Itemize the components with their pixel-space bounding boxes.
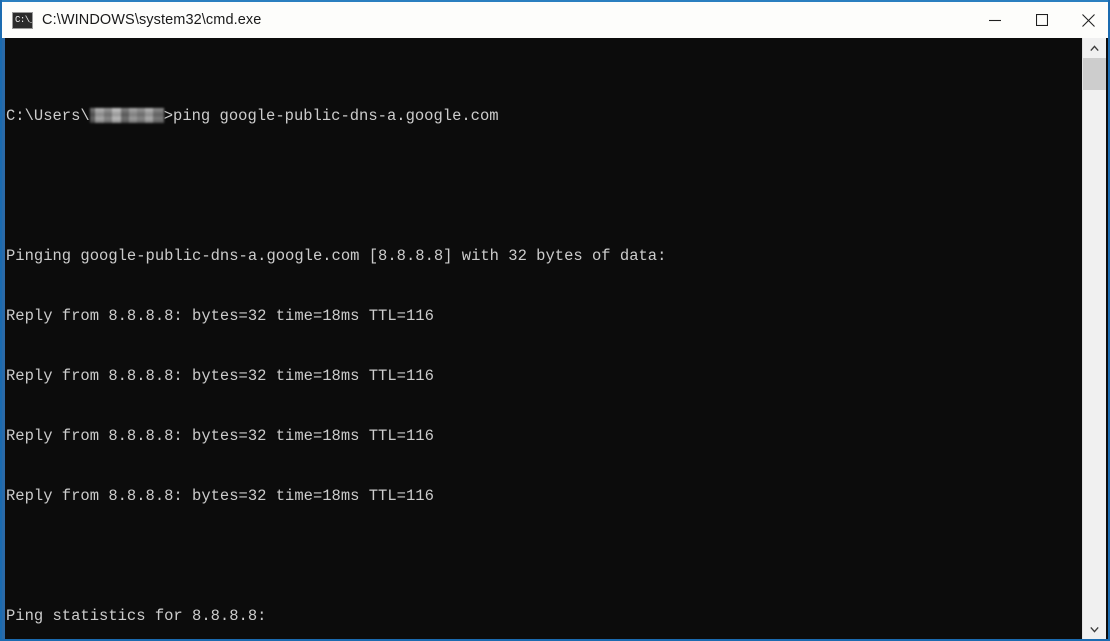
scrollbar-track[interactable] <box>1083 58 1106 619</box>
console-output-area[interactable]: C:\Users\ >ping google-public-dns-a.googl… <box>2 38 1086 639</box>
window-controls <box>971 2 1108 38</box>
console-text: C:\Users\ >ping google-public-dns-a.googl… <box>5 38 666 639</box>
scroll-down-button[interactable] <box>1083 619 1106 639</box>
close-icon <box>1082 13 1095 27</box>
output-line: Reply from 8.8.8.8: bytes=32 time=18ms T… <box>6 367 434 385</box>
prompt-line-command: C:\Users\ >ping google-public-dns-a.googl… <box>5 106 666 126</box>
title-bar-left: C:\_ C:\WINDOWS\system32\cmd.exe <box>2 2 971 38</box>
window-title: C:\WINDOWS\system32\cmd.exe <box>42 12 262 28</box>
prompt-suffix: > <box>163 107 174 125</box>
output-line: Reply from 8.8.8.8: bytes=32 time=18ms T… <box>6 487 434 505</box>
chevron-down-icon <box>1090 626 1099 633</box>
maximize-icon <box>1035 14 1048 26</box>
output-line: Pinging google-public-dns-a.google.com [… <box>6 247 667 265</box>
output-line: Reply from 8.8.8.8: bytes=32 time=18ms T… <box>6 427 434 445</box>
cmd-icon: C:\_ <box>12 11 33 29</box>
minimize-icon <box>988 19 1001 22</box>
redacted-username <box>89 108 164 123</box>
scrollbar-thumb[interactable] <box>1083 58 1106 90</box>
prompt-prefix: C:\Users\ <box>6 107 90 125</box>
typed-command: ping google-public-dns-a.google.com <box>173 107 499 125</box>
vertical-scrollbar[interactable] <box>1082 38 1106 639</box>
output-line: Reply from 8.8.8.8: bytes=32 time=18ms T… <box>6 307 434 325</box>
title-bar[interactable]: C:\_ C:\WINDOWS\system32\cmd.exe <box>2 0 1108 38</box>
chevron-up-icon <box>1090 44 1099 51</box>
cmd-window: C:\_ C:\WINDOWS\system32\cmd.exe C:\User… <box>0 0 1110 641</box>
minimize-button[interactable] <box>971 2 1018 38</box>
scroll-up-button[interactable] <box>1083 38 1106 58</box>
output-line: Ping statistics for 8.8.8.8: <box>6 607 267 625</box>
maximize-button[interactable] <box>1018 2 1065 38</box>
cmd-icon-glyph: C:\_ <box>15 14 33 25</box>
close-button[interactable] <box>1065 2 1108 38</box>
